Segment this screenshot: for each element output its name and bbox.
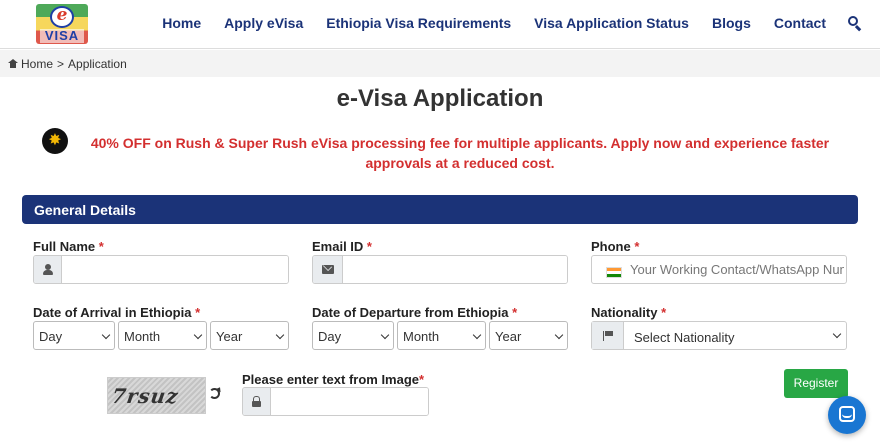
site-header: e VISA Home Apply eVisa Ethiopia Visa Re… bbox=[0, 0, 880, 49]
search-icon[interactable] bbox=[848, 16, 862, 32]
departure-day-select[interactable]: Day bbox=[312, 321, 394, 350]
nationality-select[interactable]: Select Nationality bbox=[624, 322, 846, 349]
chevron-down-icon bbox=[275, 330, 285, 340]
india-flag-icon[interactable] bbox=[606, 267, 622, 278]
departure-month-select[interactable]: Month bbox=[397, 321, 486, 350]
flag-icon bbox=[592, 322, 624, 349]
breadcrumb-home[interactable]: Home bbox=[21, 57, 53, 71]
lock-icon bbox=[243, 388, 271, 415]
arrival-month-value: Month bbox=[124, 329, 161, 344]
logo-e: e bbox=[56, 5, 68, 25]
main-nav: Home Apply eVisa Ethiopia Visa Requireme… bbox=[139, 15, 862, 32]
arrival-year-value: Year bbox=[216, 329, 243, 344]
chevron-down-icon bbox=[193, 330, 203, 340]
chevron-down-icon bbox=[472, 330, 482, 340]
chevron-down-icon bbox=[832, 329, 842, 339]
promo-banner-text: 40% OFF on Rush & Super Rush eVisa proce… bbox=[90, 135, 830, 171]
full-name-input[interactable] bbox=[62, 256, 288, 283]
page-title: e-Visa Application bbox=[336, 85, 544, 112]
email-label: Email ID * bbox=[312, 239, 372, 254]
nationality-value: Select Nationality bbox=[634, 330, 735, 345]
refresh-icon[interactable] bbox=[209, 388, 220, 399]
phone-group bbox=[591, 255, 847, 284]
nationality-label: Nationality * bbox=[591, 305, 667, 320]
departure-day-value: Day bbox=[318, 329, 342, 344]
captcha-text: 7rsuz bbox=[110, 384, 181, 408]
phone-label: Phone * bbox=[591, 239, 640, 254]
home-icon bbox=[8, 59, 18, 68]
chevron-down-icon bbox=[380, 330, 390, 340]
nationality-group: Select Nationality bbox=[591, 321, 847, 350]
captcha-group bbox=[242, 387, 429, 416]
full-name-group bbox=[33, 255, 289, 284]
captcha-input[interactable] bbox=[271, 388, 428, 415]
chevron-down-icon bbox=[101, 330, 111, 340]
breadcrumb-separator: > bbox=[57, 56, 65, 71]
breadcrumb: Home > Application bbox=[0, 50, 880, 77]
departure-month-value: Month bbox=[403, 329, 440, 344]
captcha-image: 7rsuz bbox=[107, 377, 206, 414]
departure-year-select[interactable]: Year bbox=[489, 321, 568, 350]
arrival-label: Date of Arrival in Ethiopia * bbox=[33, 305, 201, 320]
nav-visa-requirements[interactable]: Ethiopia Visa Requirements bbox=[326, 15, 511, 31]
nav-apply-evisa[interactable]: Apply eVisa bbox=[224, 15, 303, 31]
envelope-icon bbox=[313, 256, 343, 283]
arrival-day-value: Day bbox=[39, 329, 63, 344]
phone-input[interactable] bbox=[630, 256, 844, 283]
chat-widget-icon[interactable] bbox=[828, 396, 866, 434]
email-group bbox=[312, 255, 568, 284]
breadcrumb-current: Application bbox=[68, 56, 127, 71]
arrival-month-select[interactable]: Month bbox=[118, 321, 207, 350]
email-input[interactable] bbox=[343, 256, 567, 283]
captcha-label: Please enter text from Image* bbox=[242, 372, 425, 387]
arrival-day-select[interactable]: Day bbox=[33, 321, 115, 350]
chevron-down-icon bbox=[554, 330, 564, 340]
register-button[interactable]: Register bbox=[784, 369, 848, 398]
departure-label: Date of Departure from Ethiopia * bbox=[312, 305, 518, 320]
nav-visa-status[interactable]: Visa Application Status bbox=[534, 15, 689, 31]
user-icon bbox=[34, 256, 62, 283]
evisa-logo[interactable]: e VISA bbox=[36, 4, 88, 44]
departure-year-value: Year bbox=[495, 329, 522, 344]
nav-blogs[interactable]: Blogs bbox=[712, 15, 751, 31]
nav-home[interactable]: Home bbox=[162, 15, 201, 31]
logo-visa-text: VISA bbox=[40, 29, 84, 43]
full-name-label: Full Name * bbox=[33, 239, 104, 254]
arrival-year-select[interactable]: Year bbox=[210, 321, 289, 350]
nav-contact[interactable]: Contact bbox=[774, 15, 826, 31]
section-header-general-details: General Details bbox=[22, 195, 858, 224]
